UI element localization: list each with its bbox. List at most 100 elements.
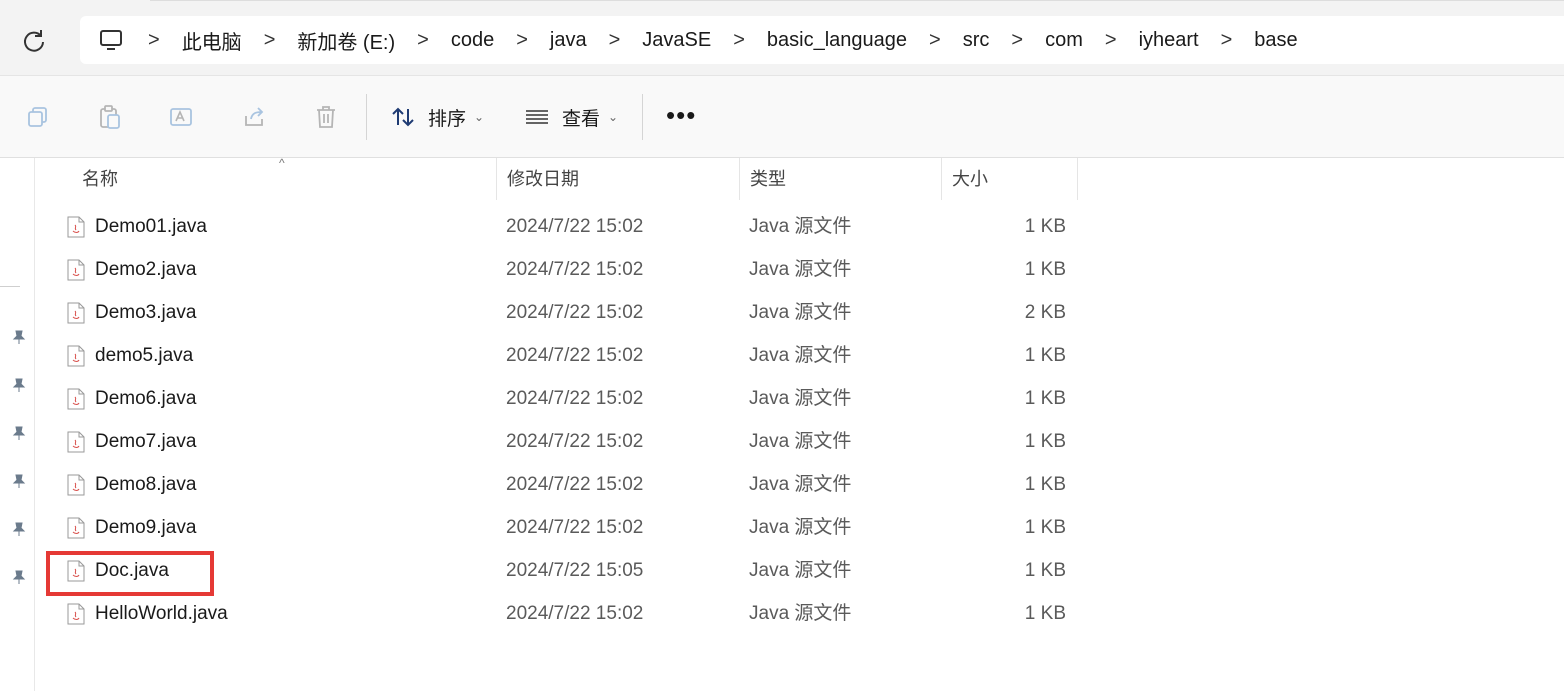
file-name: HelloWorld.java bbox=[95, 603, 228, 624]
sort-label: 排序 bbox=[428, 108, 467, 130]
nav-divider bbox=[0, 286, 20, 287]
file-size: 1 KB bbox=[1024, 517, 1066, 538]
file-type: Java 源文件 bbox=[749, 517, 852, 538]
chevron-right-icon[interactable]: > bbox=[264, 29, 276, 52]
java-file-icon bbox=[67, 431, 85, 453]
view-label: 查看 bbox=[562, 108, 601, 130]
breadcrumb-item[interactable]: code bbox=[451, 29, 494, 52]
file-modified: 2024/7/22 15:02 bbox=[506, 302, 644, 323]
chevron-right-icon[interactable]: > bbox=[609, 29, 621, 52]
toolbar-divider bbox=[366, 94, 367, 140]
file-modified: 2024/7/22 15:02 bbox=[506, 216, 644, 237]
breadcrumb-item[interactable]: JavaSE bbox=[642, 29, 711, 52]
file-modified: 2024/7/22 15:05 bbox=[506, 560, 644, 581]
pin-icon[interactable] bbox=[10, 568, 28, 586]
file-name: Demo6.java bbox=[95, 388, 197, 409]
java-file-icon bbox=[67, 302, 85, 324]
breadcrumb-bar[interactable]: > 此电脑 > 新加卷 (E:) > code > java > JavaSE > basic_lan… bbox=[80, 16, 1564, 64]
chevron-down-icon: ⌄ bbox=[474, 110, 485, 124]
pin-icon[interactable] bbox=[10, 376, 28, 394]
breadcrumb-item[interactable]: java bbox=[550, 29, 587, 52]
java-file-icon bbox=[67, 259, 85, 281]
chevron-right-icon[interactable]: > bbox=[516, 29, 528, 52]
view-button[interactable]: 查看 ⌄ bbox=[524, 102, 618, 132]
file-size: 1 KB bbox=[1024, 474, 1066, 495]
chevron-down-icon: ⌄ bbox=[608, 110, 619, 124]
computer-icon[interactable] bbox=[98, 27, 124, 53]
file-modified: 2024/7/22 15:02 bbox=[506, 517, 644, 538]
column-header-type[interactable]: 类型 bbox=[740, 158, 942, 200]
file-row[interactable]: Demo7.java 2024/7/22 15:02 Java 源文件 1 KB bbox=[36, 420, 1136, 463]
chevron-right-icon[interactable]: > bbox=[417, 29, 429, 52]
file-row[interactable]: Demo8.java 2024/7/22 15:02 Java 源文件 1 KB bbox=[36, 463, 1136, 506]
chevron-right-icon[interactable]: > bbox=[1105, 29, 1117, 52]
breadcrumb-item[interactable]: 新加卷 (E:) bbox=[297, 26, 395, 55]
selection-highlight-box bbox=[46, 551, 214, 596]
rename-icon[interactable] bbox=[168, 104, 194, 130]
pin-icon[interactable] bbox=[10, 328, 28, 346]
java-file-icon bbox=[67, 345, 85, 367]
breadcrumb: > 此电脑 > 新加卷 (E:) > code > java > JavaSE > basic_lan… bbox=[98, 16, 1298, 64]
paste-icon[interactable] bbox=[97, 104, 123, 130]
file-row[interactable]: Demo9.java 2024/7/22 15:02 Java 源文件 1 KB bbox=[36, 506, 1136, 549]
file-name: Demo2.java bbox=[95, 259, 197, 280]
file-type: Java 源文件 bbox=[749, 345, 852, 366]
chevron-right-icon[interactable]: > bbox=[1011, 29, 1023, 52]
share-icon[interactable] bbox=[241, 104, 267, 130]
file-name: Demo7.java bbox=[95, 431, 197, 452]
file-row[interactable]: Demo3.java 2024/7/22 15:02 Java 源文件 2 KB bbox=[36, 291, 1136, 334]
chevron-right-icon[interactable]: > bbox=[148, 29, 160, 52]
chevron-right-icon[interactable]: > bbox=[1221, 29, 1233, 52]
java-file-icon bbox=[67, 474, 85, 496]
refresh-icon[interactable] bbox=[20, 27, 48, 55]
breadcrumb-item[interactable]: basic_language bbox=[767, 29, 907, 52]
file-name: demo5.java bbox=[95, 345, 194, 366]
file-modified: 2024/7/22 15:02 bbox=[506, 345, 644, 366]
file-row[interactable]: Demo2.java 2024/7/22 15:02 Java 源文件 1 KB bbox=[36, 248, 1136, 291]
sort-icon bbox=[392, 107, 414, 127]
column-header-modified[interactable]: 修改日期 bbox=[497, 158, 740, 200]
chevron-right-icon[interactable]: > bbox=[733, 29, 745, 52]
file-size: 1 KB bbox=[1024, 603, 1066, 624]
file-size: 1 KB bbox=[1024, 345, 1066, 366]
file-modified: 2024/7/22 15:02 bbox=[506, 474, 644, 495]
delete-icon[interactable] bbox=[313, 104, 339, 130]
file-type: Java 源文件 bbox=[749, 431, 852, 452]
file-row[interactable]: Demo01.java 2024/7/22 15:02 Java 源文件 1 KB bbox=[36, 205, 1136, 248]
column-header-name[interactable]: 名称 bbox=[72, 158, 497, 200]
column-header-size[interactable]: 大小 bbox=[942, 158, 1078, 200]
pin-icon[interactable] bbox=[10, 424, 28, 442]
breadcrumb-item[interactable]: base bbox=[1254, 29, 1297, 52]
view-icon bbox=[526, 110, 548, 124]
sort-button[interactable]: 排序 ⌄ bbox=[390, 102, 484, 132]
file-size: 1 KB bbox=[1024, 259, 1066, 280]
breadcrumb-item[interactable]: src bbox=[963, 29, 990, 52]
copy-icon[interactable] bbox=[25, 104, 51, 130]
file-name: Demo8.java bbox=[95, 474, 197, 495]
breadcrumb-item[interactable]: com bbox=[1045, 29, 1083, 52]
more-options-button[interactable]: ••• bbox=[666, 100, 696, 131]
window-top-edge bbox=[150, 0, 1564, 4]
pin-icon[interactable] bbox=[10, 472, 28, 490]
file-type: Java 源文件 bbox=[749, 302, 852, 323]
file-size: 1 KB bbox=[1024, 388, 1066, 409]
file-type: Java 源文件 bbox=[749, 474, 852, 495]
file-name: Demo01.java bbox=[95, 216, 207, 237]
file-row[interactable]: demo5.java 2024/7/22 15:02 Java 源文件 1 KB bbox=[36, 334, 1136, 377]
file-modified: 2024/7/22 15:02 bbox=[506, 431, 644, 452]
file-size: 1 KB bbox=[1024, 560, 1066, 581]
breadcrumb-item[interactable]: iyheart bbox=[1139, 29, 1199, 52]
file-modified: 2024/7/22 15:02 bbox=[506, 603, 644, 624]
navigation-pane bbox=[0, 158, 35, 691]
file-row[interactable]: Demo6.java 2024/7/22 15:02 Java 源文件 1 KB bbox=[36, 377, 1136, 420]
java-file-icon bbox=[67, 517, 85, 539]
java-file-icon bbox=[67, 603, 85, 625]
file-type: Java 源文件 bbox=[749, 259, 852, 280]
file-type: Java 源文件 bbox=[749, 560, 852, 581]
command-bar: 排序 ⌄ 查看 ⌄ ••• bbox=[0, 76, 1564, 158]
file-row[interactable]: HelloWorld.java 2024/7/22 15:02 Java 源文件 1 … bbox=[36, 592, 1136, 635]
pin-icon[interactable] bbox=[10, 520, 28, 538]
breadcrumb-item[interactable]: 此电脑 bbox=[182, 26, 242, 55]
file-name: Demo3.java bbox=[95, 302, 197, 323]
chevron-right-icon[interactable]: > bbox=[929, 29, 941, 52]
